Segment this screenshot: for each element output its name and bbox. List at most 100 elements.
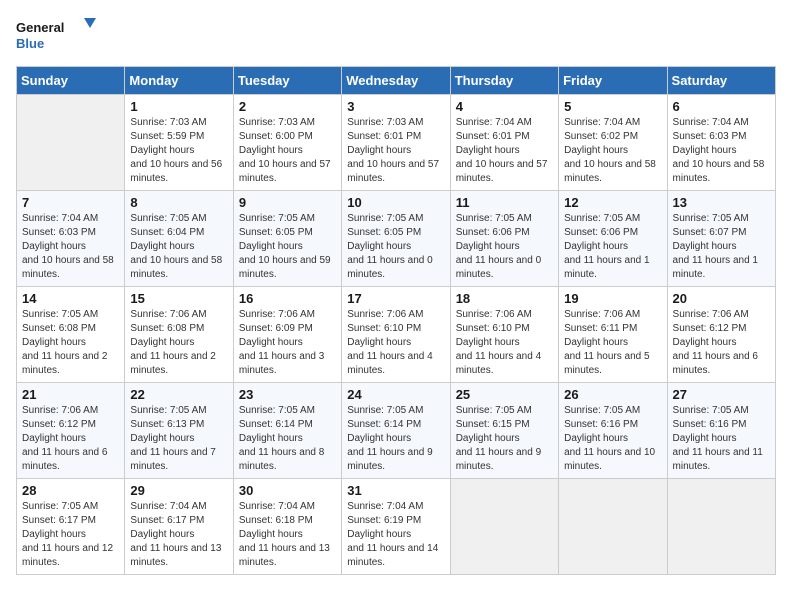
day-number: 19	[564, 291, 661, 306]
day-number: 29	[130, 483, 227, 498]
day-number: 26	[564, 387, 661, 402]
day-number: 5	[564, 99, 661, 114]
calendar-cell: 6 Sunrise: 7:04 AMSunset: 6:03 PMDaylight…	[667, 95, 775, 191]
calendar-cell: 5Sunrise: 7:04 AMSunset: 6:02 PMDaylight…	[559, 95, 667, 191]
calendar-cell: 25 Sunrise: 7:05 AMSunset: 6:15 PMDayligh…	[450, 383, 558, 479]
day-number: 18	[456, 291, 553, 306]
day-info: Sunrise: 7:06 AMSunset: 6:12 PMDaylight …	[22, 404, 119, 474]
day-info: Sunrise: 7:04 AMSunset: 6:18 PMDaylight …	[239, 500, 336, 570]
day-number: 27	[673, 387, 770, 402]
calendar-cell: 20 Sunrise: 7:06 AMSunset: 6:12 PMDayligh…	[667, 287, 775, 383]
day-number: 28	[22, 483, 119, 498]
day-number: 25	[456, 387, 553, 402]
day-number: 14	[22, 291, 119, 306]
day-info: Sunrise: 7:04 AMSunset: 6:19 PMDaylight …	[347, 500, 444, 570]
calendar-cell: 30Sunrise: 7:04 AMSunset: 6:18 PMDayligh…	[233, 479, 341, 575]
day-number: 24	[347, 387, 444, 402]
week-row-3: 14 Sunrise: 7:05 AMSunset: 6:08 PMDayligh…	[17, 287, 776, 383]
day-info: Sunrise: 7:06 AMSunset: 6:08 PMDaylight …	[130, 308, 227, 378]
day-info: Sunrise: 7:06 AMSunset: 6:09 PMDaylight …	[239, 308, 336, 378]
day-number: 23	[239, 387, 336, 402]
day-number: 6	[673, 99, 770, 114]
calendar-cell	[450, 479, 558, 575]
day-info: Sunrise: 7:03 AMSunset: 6:00 PMDaylight …	[239, 116, 336, 186]
calendar-cell: 29 Sunrise: 7:04 AMSunset: 6:17 PMDayligh…	[125, 479, 233, 575]
day-number: 10	[347, 195, 444, 210]
logo: General Blue	[16, 16, 96, 56]
calendar-cell: 24 Sunrise: 7:05 AMSunset: 6:14 PMDayligh…	[342, 383, 450, 479]
header-sunday: Sunday	[17, 67, 125, 95]
day-number: 15	[130, 291, 227, 306]
day-info: Sunrise: 7:05 AMSunset: 6:08 PMDaylight …	[22, 308, 119, 378]
header-saturday: Saturday	[667, 67, 775, 95]
header-wednesday: Wednesday	[342, 67, 450, 95]
calendar-cell: 3 Sunrise: 7:03 AMSunset: 6:01 PMDaylight…	[342, 95, 450, 191]
day-number: 16	[239, 291, 336, 306]
calendar-cell: 27 Sunrise: 7:05 AMSunset: 6:16 PMDayligh…	[667, 383, 775, 479]
calendar-cell: 8Sunrise: 7:05 AMSunset: 6:04 PMDaylight…	[125, 191, 233, 287]
day-info: Sunrise: 7:05 AMSunset: 6:17 PMDaylight …	[22, 500, 119, 570]
page-header: General Blue	[16, 16, 776, 56]
calendar-cell: 23 Sunrise: 7:05 AMSunset: 6:14 PMDayligh…	[233, 383, 341, 479]
calendar-cell: 12Sunrise: 7:05 AMSunset: 6:06 PMDayligh…	[559, 191, 667, 287]
day-number: 2	[239, 99, 336, 114]
day-info: Sunrise: 7:04 AMSunset: 6:03 PMDaylight …	[673, 116, 770, 186]
week-row-5: 28 Sunrise: 7:05 AMSunset: 6:17 PMDayligh…	[17, 479, 776, 575]
day-number: 1	[130, 99, 227, 114]
svg-text:Blue: Blue	[16, 36, 44, 51]
calendar-cell: 16 Sunrise: 7:06 AMSunset: 6:09 PMDayligh…	[233, 287, 341, 383]
day-number: 21	[22, 387, 119, 402]
calendar-cell: 7 Sunrise: 7:04 AMSunset: 6:03 PMDaylight…	[17, 191, 125, 287]
calendar-cell: 11Sunrise: 7:05 AMSunset: 6:06 PMDayligh…	[450, 191, 558, 287]
header-tuesday: Tuesday	[233, 67, 341, 95]
day-info: Sunrise: 7:06 AMSunset: 6:10 PMDaylight …	[456, 308, 553, 378]
day-number: 31	[347, 483, 444, 498]
calendar-cell: 17Sunrise: 7:06 AMSunset: 6:10 PMDayligh…	[342, 287, 450, 383]
calendar-cell: 21 Sunrise: 7:06 AMSunset: 6:12 PMDayligh…	[17, 383, 125, 479]
calendar-cell: 15 Sunrise: 7:06 AMSunset: 6:08 PMDayligh…	[125, 287, 233, 383]
day-number: 22	[130, 387, 227, 402]
calendar-cell	[667, 479, 775, 575]
day-number: 4	[456, 99, 553, 114]
week-row-1: 1 Sunrise: 7:03 AMSunset: 5:59 PMDaylight…	[17, 95, 776, 191]
day-number: 3	[347, 99, 444, 114]
day-info: Sunrise: 7:04 AMSunset: 6:17 PMDaylight …	[130, 500, 227, 570]
calendar-cell: 26Sunrise: 7:05 AMSunset: 6:16 PMDayligh…	[559, 383, 667, 479]
day-info: Sunrise: 7:05 AMSunset: 6:07 PMDaylight …	[673, 212, 770, 282]
day-info: Sunrise: 7:06 AMSunset: 6:12 PMDaylight …	[673, 308, 770, 378]
calendar-cell: 9 Sunrise: 7:05 AMSunset: 6:05 PMDaylight…	[233, 191, 341, 287]
header-row: SundayMondayTuesdayWednesdayThursdayFrid…	[17, 67, 776, 95]
calendar-cell: 31 Sunrise: 7:04 AMSunset: 6:19 PMDayligh…	[342, 479, 450, 575]
header-monday: Monday	[125, 67, 233, 95]
day-info: Sunrise: 7:04 AMSunset: 6:03 PMDaylight …	[22, 212, 119, 282]
day-info: Sunrise: 7:04 AMSunset: 6:01 PMDaylight …	[456, 116, 553, 186]
day-number: 17	[347, 291, 444, 306]
calendar-cell: 10Sunrise: 7:05 AMSunset: 6:05 PMDayligh…	[342, 191, 450, 287]
calendar-cell	[559, 479, 667, 575]
week-row-4: 21 Sunrise: 7:06 AMSunset: 6:12 PMDayligh…	[17, 383, 776, 479]
day-info: Sunrise: 7:03 AMSunset: 5:59 PMDaylight …	[130, 116, 227, 186]
calendar-cell: 18 Sunrise: 7:06 AMSunset: 6:10 PMDayligh…	[450, 287, 558, 383]
day-info: Sunrise: 7:05 AMSunset: 6:13 PMDaylight …	[130, 404, 227, 474]
logo-icon: General Blue	[16, 16, 96, 56]
day-info: Sunrise: 7:05 AMSunset: 6:16 PMDaylight …	[673, 404, 770, 474]
calendar-table: SundayMondayTuesdayWednesdayThursdayFrid…	[16, 66, 776, 575]
day-info: Sunrise: 7:05 AMSunset: 6:14 PMDaylight …	[347, 404, 444, 474]
day-info: Sunrise: 7:05 AMSunset: 6:14 PMDaylight …	[239, 404, 336, 474]
day-number: 13	[673, 195, 770, 210]
day-number: 9	[239, 195, 336, 210]
day-number: 11	[456, 195, 553, 210]
calendar-cell: 14 Sunrise: 7:05 AMSunset: 6:08 PMDayligh…	[17, 287, 125, 383]
day-info: Sunrise: 7:05 AMSunset: 6:04 PMDaylight …	[130, 212, 227, 282]
day-number: 12	[564, 195, 661, 210]
day-number: 7	[22, 195, 119, 210]
week-row-2: 7 Sunrise: 7:04 AMSunset: 6:03 PMDaylight…	[17, 191, 776, 287]
calendar-cell: 13 Sunrise: 7:05 AMSunset: 6:07 PMDayligh…	[667, 191, 775, 287]
day-info: Sunrise: 7:03 AMSunset: 6:01 PMDaylight …	[347, 116, 444, 186]
day-info: Sunrise: 7:05 AMSunset: 6:15 PMDaylight …	[456, 404, 553, 474]
day-number: 20	[673, 291, 770, 306]
calendar-cell	[17, 95, 125, 191]
calendar-cell: 1 Sunrise: 7:03 AMSunset: 5:59 PMDaylight…	[125, 95, 233, 191]
calendar-cell: 19Sunrise: 7:06 AMSunset: 6:11 PMDayligh…	[559, 287, 667, 383]
day-info: Sunrise: 7:05 AMSunset: 6:05 PMDaylight …	[239, 212, 336, 282]
